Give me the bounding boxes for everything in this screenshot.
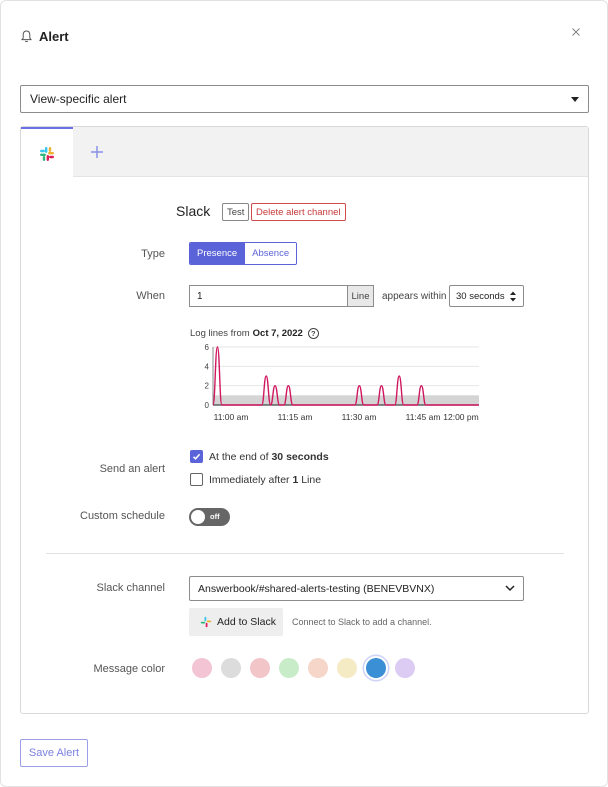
type-option-absence[interactable]: Absence xyxy=(244,243,297,264)
caret-down-icon xyxy=(571,97,579,102)
add-to-slack-button[interactable]: Add to Slack xyxy=(189,608,283,636)
connect-slack-note: Connect to Slack to add a channel. xyxy=(292,617,432,627)
section-divider xyxy=(46,553,564,554)
send-alert-label: Send an alert xyxy=(99,463,165,475)
line-unit-addon: Line xyxy=(347,285,374,307)
y-tick-label: 0 xyxy=(205,401,210,410)
slack-channel-select[interactable]: Answerbook/#shared-alerts-testing (BENEV… xyxy=(189,576,524,601)
immediately-value: 1 xyxy=(292,474,299,486)
log-lines-chart: 0 2 4 6 11:00 am 11:15 am 11:30 am 11:45 am 12:0… xyxy=(205,343,479,422)
immediately-prefix: Immediately after xyxy=(209,474,290,486)
color-swatch[interactable] xyxy=(250,658,270,678)
x-tick-label: 11:30 am xyxy=(342,412,377,422)
color-swatch[interactable] xyxy=(337,658,357,678)
add-to-slack-label: Add to Slack xyxy=(217,616,276,628)
channel-panel: Slack Test Delete alert channel Type Pre… xyxy=(20,126,589,714)
test-button[interactable]: Test xyxy=(222,203,250,221)
close-icon[interactable] xyxy=(569,25,583,39)
immediately-suffix: Line xyxy=(301,474,322,486)
x-tick-label: 11:15 am xyxy=(278,412,313,422)
alert-scope-value: View-specific alert xyxy=(30,92,127,106)
appears-within-label: appears within xyxy=(382,291,447,302)
immediately-checkbox[interactable] xyxy=(190,473,203,486)
end-of-window-checkbox[interactable] xyxy=(190,450,203,463)
channel-heading: Slack xyxy=(176,203,211,219)
slack-icon xyxy=(200,616,212,628)
chart-title: Log lines from Oct 7, 2022 ? xyxy=(190,328,319,339)
slack-channel-label: Slack channel xyxy=(96,582,166,594)
chart-title-prefix: Log lines from xyxy=(190,328,250,339)
delete-channel-button[interactable]: Delete alert channel xyxy=(251,203,346,221)
y-tick-label: 4 xyxy=(205,362,210,371)
end-of-window-prefix: At the end of xyxy=(209,451,269,463)
chevron-down-icon xyxy=(505,585,515,592)
type-segmented-control: Presence Absence xyxy=(189,242,298,265)
bell-icon xyxy=(21,29,33,43)
slack-icon xyxy=(40,146,54,161)
immediately-text: Immediately after 1 Line xyxy=(209,474,321,486)
updown-icon xyxy=(510,291,516,302)
modal-header: Alert xyxy=(21,27,69,45)
end-of-window-value: 30 seconds xyxy=(271,451,329,463)
x-tick-label: 11:45 am xyxy=(406,412,441,422)
toggle-state-label: off xyxy=(210,512,220,521)
color-swatch[interactable] xyxy=(308,658,328,678)
alert-modal: Alert View-specific alert Slack Test Del… xyxy=(0,0,608,787)
custom-schedule-label: Custom schedule xyxy=(80,510,165,522)
tab-slack[interactable] xyxy=(21,127,73,178)
y-tick-label: 2 xyxy=(205,382,210,391)
type-label: Type xyxy=(141,248,165,260)
color-swatch[interactable] xyxy=(395,658,415,678)
message-color-label: Message color xyxy=(93,663,165,675)
time-window-select[interactable]: 30 seconds xyxy=(449,285,524,307)
color-swatch[interactable] xyxy=(279,658,299,678)
chart-title-date: Oct 7, 2022 xyxy=(252,328,303,339)
time-window-value: 30 seconds xyxy=(456,290,505,302)
channel-tabbar xyxy=(21,127,588,178)
save-alert-button[interactable]: Save Alert xyxy=(20,739,88,767)
alert-scope-select[interactable]: View-specific alert xyxy=(20,85,589,113)
color-swatch[interactable] xyxy=(221,658,241,678)
check-icon xyxy=(192,453,201,460)
type-option-presence[interactable]: Presence xyxy=(190,243,245,264)
slack-channel-value: Answerbook/#shared-alerts-testing (BENEV… xyxy=(198,582,435,595)
toggle-knob xyxy=(191,510,205,524)
modal-title: Alert xyxy=(39,28,69,44)
help-icon[interactable]: ? xyxy=(307,328,319,339)
add-channel-tab[interactable] xyxy=(87,142,107,162)
when-label: When xyxy=(136,290,165,302)
color-swatches xyxy=(192,658,424,678)
color-swatch[interactable] xyxy=(192,658,212,678)
line-count-input[interactable]: 1 xyxy=(189,285,347,307)
x-tick-label: 12:00 pm xyxy=(443,412,478,422)
threshold-band xyxy=(213,395,479,405)
plus-icon xyxy=(91,146,103,158)
y-tick-label: 6 xyxy=(205,343,210,352)
custom-schedule-toggle[interactable]: off xyxy=(189,508,230,526)
x-tick-label: 11:00 am xyxy=(214,412,249,422)
color-swatch[interactable] xyxy=(366,658,386,678)
end-of-window-text: At the end of 30 seconds xyxy=(209,451,329,463)
